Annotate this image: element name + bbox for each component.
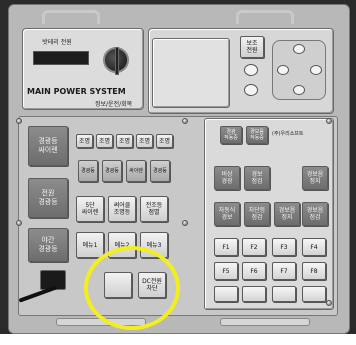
dpad-left-button[interactable] — [277, 65, 289, 75]
main-power-panel: 밧테리 전원 MAIN POWER SYSTEM 정보/운전/회복 — [22, 28, 144, 110]
dpad-right-button[interactable] — [310, 65, 322, 75]
f8-key[interactable]: F8 — [302, 262, 326, 280]
screw — [326, 118, 332, 124]
power-warning-button[interactable]: 전원 경광등 — [28, 178, 68, 218]
bottom-key-2[interactable] — [242, 286, 266, 302]
main-power-title: MAIN POWER SYSTEM — [27, 87, 126, 96]
f4-key[interactable]: F4 — [302, 238, 326, 256]
blank-plate — [152, 38, 230, 108]
bottom-key-4[interactable] — [302, 286, 326, 302]
side-round-button-1[interactable] — [244, 64, 258, 76]
warning-active-indicator[interactable]: 경광 작동중 — [220, 126, 242, 144]
alarm-stop-button-2[interactable]: 경보음 정지 — [274, 202, 300, 226]
small-key-3[interactable]: 조명 — [116, 134, 133, 148]
small-key-1[interactable]: 조명 — [76, 134, 93, 148]
small-key-2[interactable]: 조명 — [96, 134, 113, 148]
dpad — [272, 40, 326, 100]
aux-power-button[interactable]: 보조 전원 — [240, 36, 264, 58]
f7-key[interactable]: F7 — [272, 262, 296, 280]
screw — [326, 300, 332, 306]
alarm-check-button[interactable]: 경보 점검 — [244, 166, 270, 190]
emergency-warning-button[interactable]: 비상 경광 — [214, 166, 240, 190]
bottom-right-handle-bar[interactable] — [220, 318, 310, 326]
night-warning-button[interactable]: 야간 경광등 — [28, 228, 68, 262]
f5-key[interactable]: F5 — [214, 262, 238, 280]
knob-caption: 정보/운전/회복 — [95, 101, 133, 108]
menu1-button[interactable]: 메뉴1 — [76, 232, 104, 258]
small-key-5[interactable]: 조명 — [156, 134, 173, 148]
alarm-stop-button[interactable]: 경보음 정지 — [302, 166, 328, 190]
brand-label: (주)우리소프트 — [272, 131, 304, 137]
f3-key[interactable]: F3 — [272, 238, 296, 256]
auto-alarm-button[interactable]: 자동식 경보 — [214, 202, 240, 226]
right-handle[interactable] — [236, 10, 294, 24]
circle-light-button[interactable]: 써어클 조명등 — [108, 196, 136, 222]
photo-bottom-margin — [0, 334, 356, 345]
left-handle[interactable] — [42, 10, 100, 24]
dpad-up-button[interactable] — [293, 44, 305, 54]
main-power-knob[interactable] — [103, 47, 129, 75]
f1-key[interactable]: F1 — [214, 238, 238, 256]
alarm-test-button[interactable]: 경보음 점검 — [302, 202, 328, 226]
control-panel-photo: 밧테리 전원 MAIN POWER SYSTEM 정보/운전/회복 보조 전원 … — [0, 0, 356, 345]
screw — [182, 118, 188, 124]
five-stage-siren-button[interactable]: 5단 싸이렌 — [76, 196, 104, 222]
f6-key[interactable]: F6 — [242, 262, 266, 280]
dpad-down-button[interactable] — [293, 85, 305, 95]
alarm-active-indicator[interactable]: 경보음 작동중 — [246, 126, 268, 144]
center-key-1-4[interactable]: 경광등 — [150, 160, 170, 182]
center-key-1-1[interactable]: 경광등 — [78, 160, 98, 182]
barrier-check-button[interactable]: 차단등 점검 — [244, 202, 270, 226]
small-key-4[interactable]: 조명 — [136, 134, 153, 148]
voltage-display — [33, 51, 89, 65]
screw — [182, 220, 188, 226]
battery-label: 밧테리 전원 — [42, 39, 72, 46]
highlight-ring — [84, 246, 180, 330]
center-key-1-3[interactable]: 싸이렌 — [126, 160, 146, 182]
side-round-button-2[interactable] — [244, 84, 258, 96]
bottom-key-3[interactable] — [272, 286, 296, 302]
center-key-1-2[interactable]: 경광등 — [102, 160, 122, 182]
warning-siren-button[interactable]: 경광등 싸이렌 — [28, 126, 68, 166]
screw — [16, 220, 22, 226]
bottom-key-1[interactable] — [214, 286, 238, 302]
screw — [16, 118, 22, 124]
headlight-flash-button[interactable]: 전조등 점멸 — [140, 196, 168, 222]
f2-key[interactable]: F2 — [242, 238, 266, 256]
